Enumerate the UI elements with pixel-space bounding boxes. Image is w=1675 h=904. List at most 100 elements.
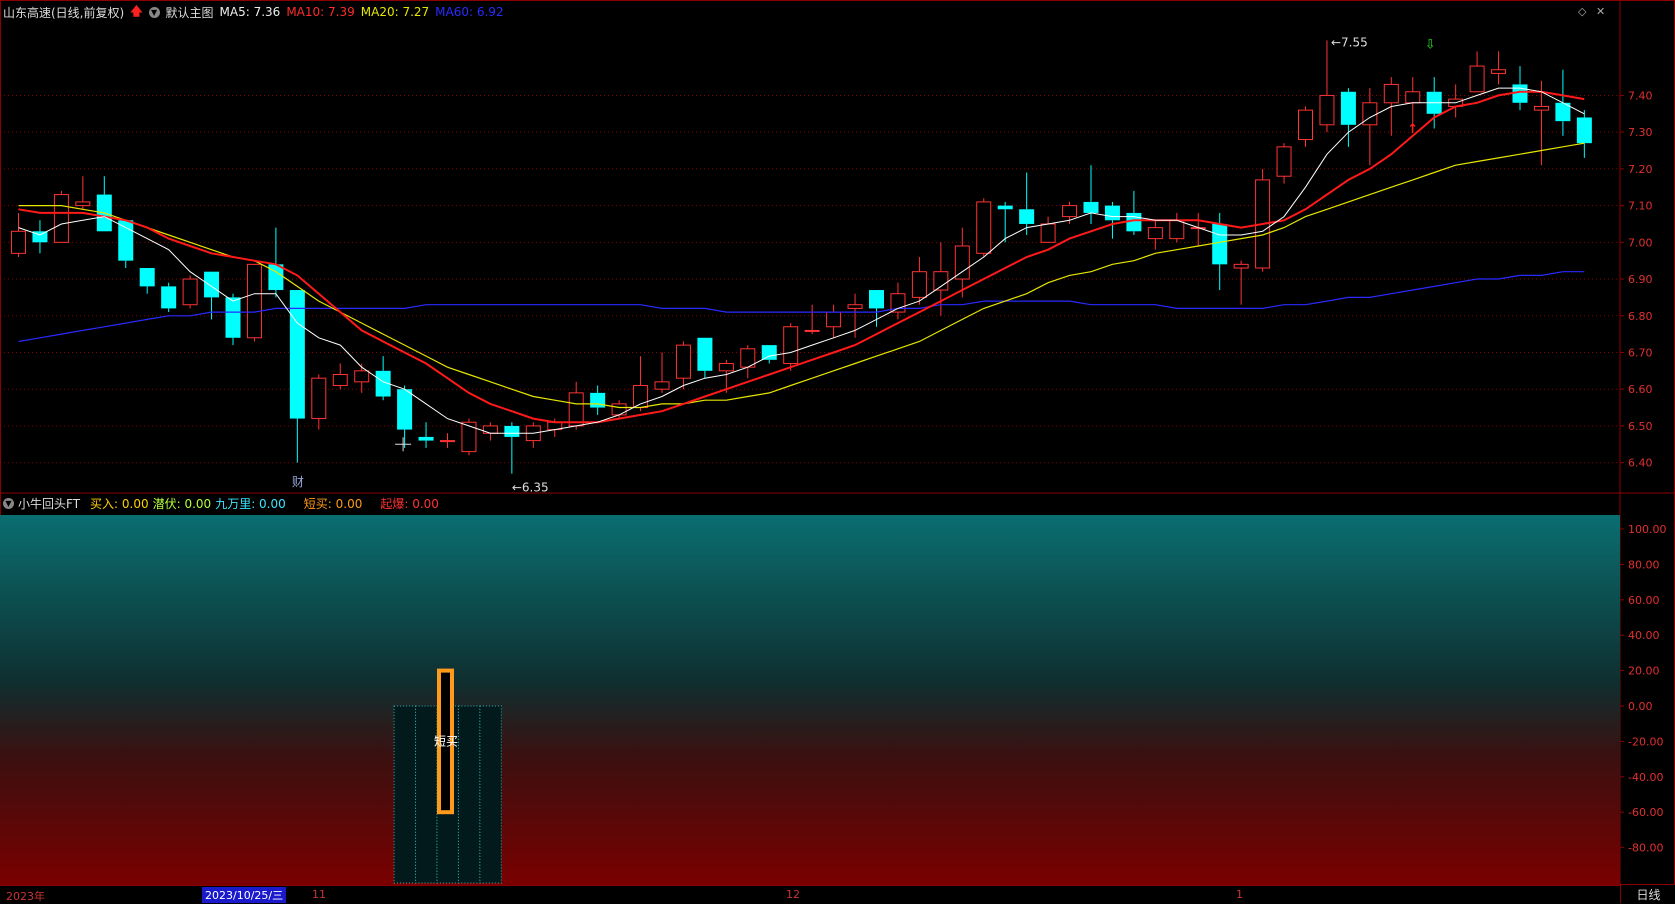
main-chart-header: 山东高速(日线,前复权) 🡅 ▼ 默认主图 MA5: 7.36 MA10: 7.…	[3, 3, 510, 21]
candle	[11, 212, 26, 257]
candle	[354, 363, 370, 393]
price-tick-label: 7.20	[1628, 163, 1653, 176]
candle	[804, 304, 820, 335]
candle-body	[1083, 201, 1099, 213]
close-icon[interactable]: ✕	[1596, 5, 1605, 18]
ma20-value: MA20: 7.27	[360, 5, 430, 19]
year-label: 2023年	[6, 890, 45, 903]
candle-body	[204, 271, 220, 298]
candle	[96, 176, 112, 232]
up-arrow-icon: 🡅	[130, 3, 143, 18]
main-indicator-name[interactable]: 默认主图	[166, 4, 214, 21]
ma5-value: MA5: 7.36	[219, 5, 281, 19]
candle-body	[954, 245, 970, 280]
candle-body	[246, 263, 262, 339]
chevron-down-icon[interactable]: ▼	[3, 497, 14, 509]
candle	[139, 268, 155, 294]
candle	[847, 293, 863, 338]
candle-body	[289, 290, 305, 419]
price-tick-label: 6.70	[1628, 346, 1653, 359]
stock-title[interactable]: 山东高速(日线,前复权)	[3, 4, 124, 21]
candle	[1169, 212, 1185, 243]
takeoff-value: 起爆: 0.00	[380, 496, 439, 511]
candle-body	[718, 362, 734, 372]
candle-body	[1533, 105, 1549, 111]
price-tick-label: 6.90	[1628, 273, 1653, 286]
indicator-tick-label: 80.00	[1628, 558, 1660, 571]
window-controls: ◇ ✕	[1578, 5, 1605, 18]
candle-body	[1040, 223, 1056, 243]
candle	[75, 176, 91, 210]
candle-body	[332, 374, 348, 387]
price-tick-label: 7.40	[1628, 89, 1653, 102]
candle-body	[933, 271, 949, 291]
candle	[761, 345, 777, 364]
low-price-label: ←6.35	[512, 481, 549, 495]
candle-body	[783, 326, 799, 364]
candle-body	[997, 205, 1013, 210]
candle-body	[1169, 219, 1185, 240]
diamond-icon[interactable]: ◇	[1578, 5, 1586, 18]
candle-body	[139, 268, 155, 287]
candle	[826, 304, 842, 338]
candle	[32, 220, 48, 254]
indicator-column	[457, 705, 481, 884]
candle-body	[1298, 109, 1313, 140]
candle	[504, 422, 520, 474]
indicator-axis: 100.00 80.00 60.00 40.00 20.00 0.00 -20.00 -40.…	[1620, 523, 1667, 855]
month-label-11: 11	[312, 888, 326, 901]
candle-body	[440, 440, 455, 443]
candle-body	[1340, 91, 1356, 125]
latent-value: 潜伏: 0.00	[152, 496, 212, 511]
candle-body	[1576, 117, 1592, 144]
indicator-panel: 短买	[0, 515, 1620, 885]
time-axis[interactable]: 2023年 2023/10/25/三 11 12 1	[0, 885, 1620, 904]
candle-body	[1491, 69, 1507, 74]
candle-body	[311, 377, 327, 420]
candle-body	[611, 403, 627, 416]
high-price-label: ←7.55	[1331, 35, 1368, 49]
candle-body	[675, 344, 691, 379]
jiuwanli-value: 九万里: 0.00	[215, 496, 286, 511]
candle-body	[75, 201, 91, 207]
candle-body	[804, 329, 820, 332]
candles-layer	[11, 40, 1592, 474]
candle	[590, 385, 606, 415]
indicator-column	[479, 705, 502, 884]
candle	[1233, 260, 1249, 305]
candle	[611, 400, 627, 419]
candle	[890, 282, 906, 320]
indicator-tick-label: -20.00	[1628, 735, 1663, 748]
candle-body	[911, 271, 927, 298]
candle-body	[869, 290, 884, 309]
candle-body	[697, 337, 713, 371]
candle	[976, 198, 992, 257]
candle	[53, 190, 69, 243]
candle-body	[1062, 205, 1078, 218]
candle-body	[1276, 146, 1292, 177]
indicator-header: ▼ 小牛回头FT 买入: 0.00 潜伏: 0.00 九万里: 0.00 短买:…	[3, 495, 443, 511]
indicator-column	[415, 705, 438, 884]
candle	[675, 341, 691, 390]
candle-body	[1469, 65, 1485, 93]
candle	[246, 263, 262, 342]
indicator-name[interactable]: 小牛回头FT	[18, 495, 80, 512]
candle-body	[397, 389, 413, 430]
candle-body	[1019, 209, 1035, 224]
candle-body	[761, 345, 777, 360]
period-selector[interactable]: 日线	[1620, 885, 1675, 903]
indicator-tick-label: 20.00	[1628, 665, 1660, 678]
indicator-tick-label: -80.00	[1628, 842, 1663, 855]
candle	[1469, 51, 1485, 93]
chart-canvas[interactable]: ←7.55 ←6.35 财 ⇩ ↑ 7.40 7.30 7.20 7.10 7.00 6.90 6.…	[0, 0, 1675, 903]
candle-body	[1233, 263, 1249, 269]
candle	[1576, 110, 1592, 158]
candle-body	[161, 286, 177, 309]
candle	[332, 363, 348, 390]
financial-report-marker: 财	[292, 475, 304, 489]
price-tick-label: 6.80	[1628, 310, 1653, 323]
candle-body	[568, 392, 584, 427]
chevron-down-icon[interactable]: ▼	[148, 6, 160, 18]
month-label-1: 1	[1236, 888, 1243, 901]
candle-body	[482, 425, 498, 434]
